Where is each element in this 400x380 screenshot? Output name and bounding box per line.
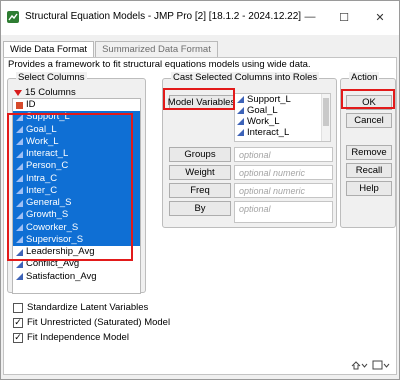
cast-roles-title: Cast Selected Columns into Roles: [171, 72, 320, 83]
role-item-label: Work_L: [247, 116, 280, 127]
minimize-icon: —: [304, 11, 316, 23]
continuous-column-icon: [237, 118, 244, 125]
list-item[interactable]: Work_L: [235, 116, 330, 127]
fit-unrestricted-label: Fit Unrestricted (Saturated) Model: [27, 317, 171, 328]
status-area: [350, 360, 390, 370]
sem-dialog-window: Structural Equation Models - JMP Pro [2]…: [0, 0, 400, 380]
weight-button[interactable]: Weight: [169, 165, 231, 180]
continuous-column-icon: [16, 260, 23, 268]
action-title: Action: [349, 72, 380, 83]
role-item-label: Goal_L: [247, 105, 278, 116]
jmp-app-icon: [7, 11, 19, 23]
highlight-box-model-variables: [163, 88, 235, 110]
list-item-id[interactable]: ID: [13, 99, 140, 111]
model-variables-scrollbar[interactable]: [321, 94, 330, 141]
highlight-box-ok: [341, 89, 395, 109]
by-button[interactable]: By: [169, 201, 231, 216]
continuous-column-icon: [237, 96, 244, 103]
fit-unrestricted-checkbox[interactable]: ✓: [13, 317, 23, 328]
tab-panel: Provides a framework to fit structural e…: [3, 57, 397, 375]
continuous-column-icon: [237, 107, 244, 114]
column-count-label: 15 Columns: [25, 87, 76, 98]
highlight-box-selected-columns: [7, 113, 133, 261]
fit-unrestricted-option[interactable]: ✓ Fit Unrestricted (Saturated) Model: [13, 317, 170, 328]
continuous-column-icon: [237, 129, 244, 136]
tab-bar: Wide Data Format Summarized Data Format: [3, 41, 219, 58]
fit-independence-option[interactable]: ✓ Fit Independence Model: [13, 332, 129, 343]
checkmark-icon: ✓: [14, 317, 22, 327]
freq-role-box[interactable]: optional numeric: [234, 183, 333, 198]
standardize-latent-checkbox[interactable]: [13, 302, 23, 313]
minimize-button[interactable]: —: [297, 5, 323, 29]
scroll-thumb[interactable]: [323, 98, 329, 126]
weight-role-box[interactable]: optional numeric: [234, 165, 333, 180]
role-item-label: Support_L: [247, 94, 291, 105]
list-item[interactable]: Support_L: [235, 94, 330, 105]
standardize-latent-option[interactable]: Standardize Latent Variables: [13, 302, 148, 313]
window-menu-icon[interactable]: [372, 360, 390, 370]
by-role-box[interactable]: optional: [234, 201, 333, 223]
role-item-label: Interact_L: [247, 127, 290, 138]
groups-role-box[interactable]: optional: [234, 147, 333, 162]
remove-button[interactable]: Remove: [346, 145, 392, 160]
list-item[interactable]: Interact_L: [235, 127, 330, 138]
continuous-column-icon: [16, 273, 23, 281]
list-item[interactable]: Satisfaction_Avg: [13, 271, 140, 283]
close-icon: ✕: [375, 11, 385, 24]
dialog-description: Provides a framework to fit structural e…: [8, 59, 311, 70]
help-button[interactable]: Help: [346, 181, 392, 196]
fit-independence-checkbox[interactable]: ✓: [13, 332, 23, 343]
groups-button[interactable]: Groups: [169, 147, 231, 162]
list-item[interactable]: Goal_L: [235, 105, 330, 116]
cancel-button[interactable]: Cancel: [346, 113, 392, 128]
close-window-button[interactable]: ✕: [367, 5, 393, 29]
tab-wide-data-format[interactable]: Wide Data Format: [3, 41, 95, 58]
select-columns-title: Select Columns: [16, 72, 87, 83]
tab-summarized-data-format[interactable]: Summarized Data Format: [95, 41, 218, 57]
column-count[interactable]: 15 Columns: [14, 87, 76, 98]
maximize-button[interactable]: ☐: [331, 5, 357, 29]
nominal-column-icon: [16, 101, 23, 109]
freq-button[interactable]: Freq: [169, 183, 231, 198]
red-triangle-menu-icon[interactable]: [14, 89, 22, 96]
model-variables-list[interactable]: Support_L Goal_L Work_L Interact_L: [234, 93, 331, 142]
maximize-icon: ☐: [339, 11, 349, 24]
checkmark-icon: ✓: [14, 332, 22, 342]
recall-button[interactable]: Recall: [346, 163, 392, 178]
home-nav-icon[interactable]: [350, 360, 368, 370]
fit-independence-label: Fit Independence Model: [27, 332, 129, 343]
column-label: Satisfaction_Avg: [26, 270, 97, 282]
column-label: ID: [26, 99, 36, 111]
title-bar: Structural Equation Models - JMP Pro [2]…: [1, 1, 399, 35]
standardize-latent-label: Standardize Latent Variables: [27, 302, 149, 313]
window-title: Structural Equation Models - JMP Pro [2]…: [25, 11, 302, 22]
